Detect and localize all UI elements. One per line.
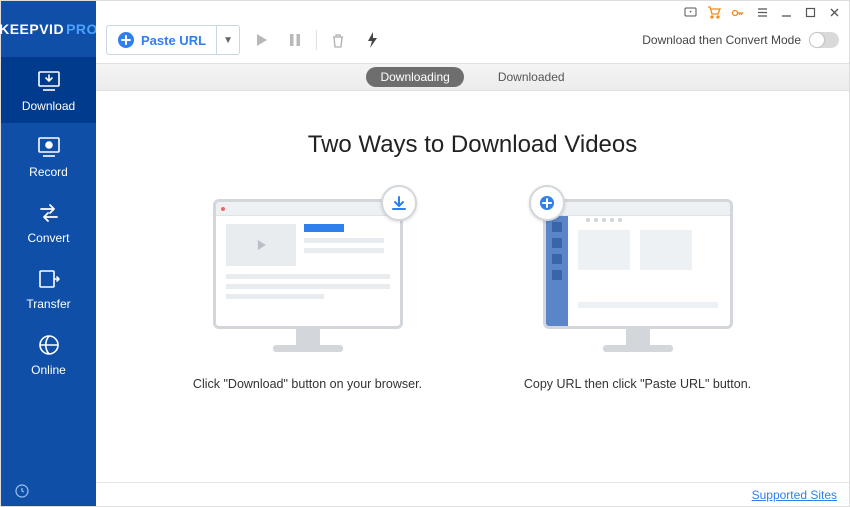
monitor-illustration-2 [543,199,733,329]
method-paste-url: Copy URL then click "Paste URL" button. [518,199,758,394]
message-icon[interactable]: • [683,5,697,19]
sidebar-item-convert[interactable]: Convert [1,189,96,255]
sidebar: KEEPVID PRO Download Record Convert [1,1,96,506]
online-icon [35,333,63,357]
download-icon [35,69,63,93]
sidebar-item-label: Online [31,363,66,377]
sidebar-item-label: Download [22,99,75,113]
convert-icon [35,201,63,225]
method-caption: Copy URL then click "Paste URL" button. [524,376,751,394]
mode-toggle[interactable] [809,32,839,48]
pause-icon[interactable] [282,27,308,53]
sidebar-item-record[interactable]: Record [1,123,96,189]
toolbar-separator [316,30,317,50]
method-caption: Click "Download" button on your browser. [193,376,422,394]
sidebar-item-label: Convert [27,231,69,245]
transfer-icon [35,267,63,291]
footer: Supported Sites [96,482,849,506]
tabs: Downloading Downloaded [96,63,849,91]
toolbar: Paste URL ▼ Download then Convert Mode [96,23,849,57]
tab-downloading[interactable]: Downloading [366,67,463,87]
maximize-icon[interactable] [803,5,817,19]
sidebar-item-transfer[interactable]: Transfer [1,255,96,321]
minimize-icon[interactable] [779,5,793,19]
key-icon[interactable] [731,5,745,19]
main-area: • Paste URL ▼ Download then Convert [96,1,849,506]
plus-badge-icon [529,185,565,221]
logo-text-2: PRO [66,21,98,37]
cart-icon[interactable] [707,5,721,19]
flash-icon[interactable] [359,27,385,53]
download-badge-icon [381,185,417,221]
paste-url-button[interactable]: Paste URL ▼ [106,25,240,55]
mode-label: Download then Convert Mode [642,33,801,47]
supported-sites-link[interactable]: Supported Sites [752,488,837,502]
content: Two Ways to Download Videos [96,91,849,482]
sidebar-item-online[interactable]: Online [1,321,96,387]
sidebar-item-label: Transfer [26,297,70,311]
monitor-illustration-1 [213,199,403,329]
tab-downloaded[interactable]: Downloaded [484,67,579,87]
trash-icon[interactable] [325,27,351,53]
headline: Two Ways to Download Videos [308,131,638,159]
sidebar-item-label: Record [29,165,68,179]
app-logo: KEEPVID PRO [1,1,96,57]
paste-url-label: Paste URL [141,33,206,48]
sidebar-footer [1,476,96,506]
menu-icon[interactable] [755,5,769,19]
svg-text:•: • [689,10,691,16]
clock-icon[interactable] [15,484,29,498]
paste-url-dropdown[interactable]: ▼ [217,26,239,54]
play-icon[interactable] [248,27,274,53]
method-browser-download: Click "Download" button on your browser. [188,199,428,394]
close-icon[interactable] [827,5,841,19]
record-icon [35,135,63,159]
plus-icon [117,31,135,49]
logo-text-1: KEEPVID [0,21,64,37]
titlebar: • [96,1,849,23]
sidebar-item-download[interactable]: Download [1,57,96,123]
